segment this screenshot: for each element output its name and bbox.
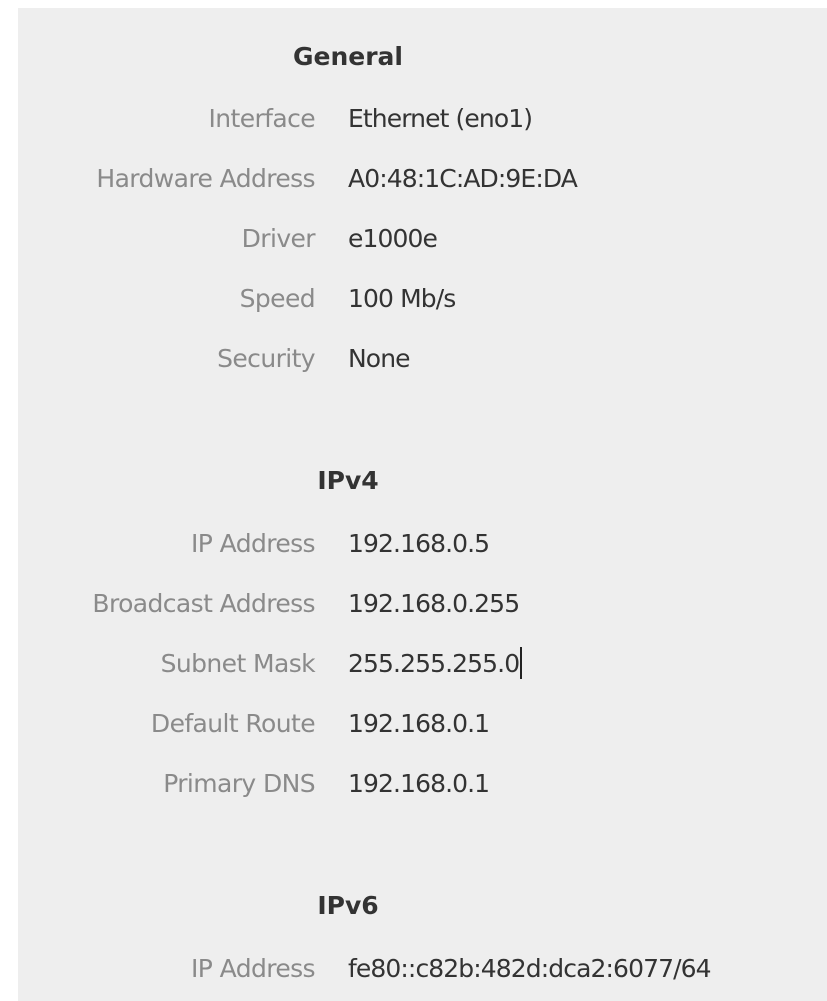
ipv6-section-title: IPv6 bbox=[317, 891, 379, 920]
broadcast-address-value[interactable]: 192.168.0.255 bbox=[348, 584, 520, 624]
interface-row: Interface Ethernet (eno1) bbox=[18, 99, 827, 139]
subnet-mask-value[interactable]: 255.255.255.0 bbox=[348, 649, 520, 678]
security-row: Security None bbox=[18, 339, 827, 379]
subnet-mask-label: Subnet Mask bbox=[160, 649, 316, 678]
speed-label: Speed bbox=[239, 284, 316, 313]
driver-row: Driver e1000e bbox=[18, 219, 827, 259]
ipv6-ip-address-row: IP Address fe80::c82b:482d:dca2:6077/64 bbox=[18, 949, 827, 989]
broadcast-address-label: Broadcast Address bbox=[92, 589, 315, 618]
ipv4-section-title: IPv4 bbox=[317, 466, 379, 495]
default-route-label: Default Route bbox=[150, 709, 316, 738]
hardware-address-value[interactable]: A0:48:1C:AD:9E:DA bbox=[348, 159, 578, 199]
subnet-mask-row: Subnet Mask 255.255.255.0 bbox=[18, 644, 827, 684]
ipv4-ip-address-row: IP Address 192.168.0.5 bbox=[18, 524, 827, 564]
primary-dns-row: Primary DNS 192.168.0.1 bbox=[18, 764, 827, 804]
subnet-mask-value-field[interactable]: 255.255.255.0 bbox=[348, 644, 523, 684]
hardware-address-row: Hardware Address A0:48:1C:AD:9E:DA bbox=[18, 159, 827, 199]
connection-details-panel: General Interface Ethernet (eno1) Hardwa… bbox=[18, 8, 827, 1001]
ipv4-ip-address-label: IP Address bbox=[191, 529, 316, 558]
speed-value[interactable]: 100 Mb/s bbox=[348, 279, 456, 319]
primary-dns-label: Primary DNS bbox=[163, 769, 315, 798]
interface-label: Interface bbox=[208, 104, 315, 133]
driver-value[interactable]: e1000e bbox=[348, 219, 438, 259]
primary-dns-value[interactable]: 192.168.0.1 bbox=[348, 764, 490, 804]
ipv4-ip-address-value[interactable]: 192.168.0.5 bbox=[348, 524, 490, 564]
default-route-row: Default Route 192.168.0.1 bbox=[18, 704, 827, 744]
security-value[interactable]: None bbox=[348, 339, 411, 379]
security-label: Security bbox=[217, 344, 315, 373]
speed-row: Speed 100 Mb/s bbox=[18, 279, 827, 319]
ipv6-ip-address-label: IP Address bbox=[191, 954, 316, 983]
ipv6-ip-address-value[interactable]: fe80::c82b:482d:dca2:6077/64 bbox=[348, 949, 712, 989]
text-cursor bbox=[520, 647, 523, 679]
default-route-value[interactable]: 192.168.0.1 bbox=[348, 704, 490, 744]
hardware-address-label: Hardware Address bbox=[96, 164, 315, 193]
broadcast-address-row: Broadcast Address 192.168.0.255 bbox=[18, 584, 827, 624]
general-section-title: General bbox=[293, 42, 403, 71]
interface-value[interactable]: Ethernet (eno1) bbox=[348, 99, 533, 139]
driver-label: Driver bbox=[241, 224, 316, 253]
